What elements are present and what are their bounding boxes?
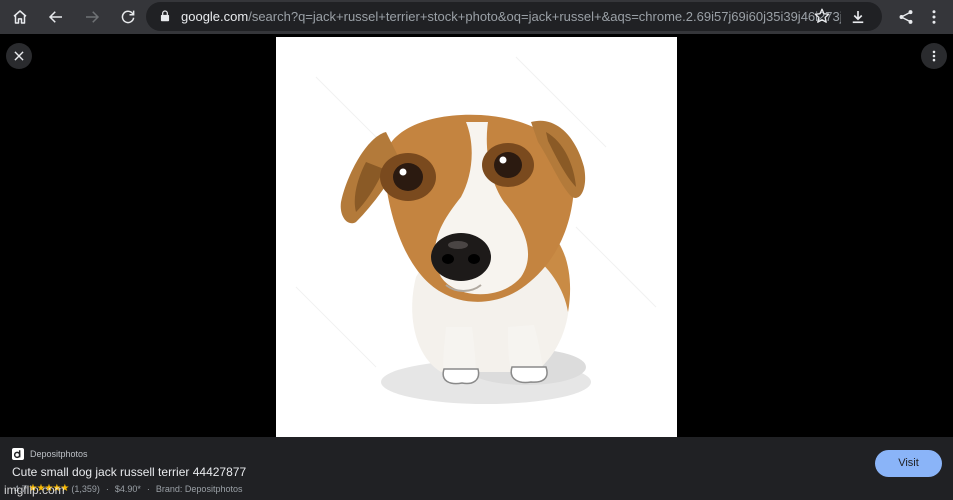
reload-icon [121, 10, 135, 24]
depositphotos-logo-icon [12, 448, 24, 460]
url-host: google.com [181, 9, 249, 24]
close-viewer-button[interactable] [6, 43, 32, 69]
separator: · [146, 483, 150, 494]
image-info-bar: Depositphotos Cute small dog jack russel… [0, 437, 953, 500]
image-title[interactable]: Cute small dog jack russell terrier 4442… [12, 465, 246, 479]
screen: google.com/search?q=jack+russel+terrier+… [0, 0, 953, 500]
more-vertical-icon [932, 10, 936, 24]
share-icon [899, 10, 913, 24]
browser-toolbar: google.com/search?q=jack+russel+terrier+… [0, 0, 953, 34]
brand: Brand: Depositphotos [155, 483, 243, 494]
imgflip-watermark: imgflip.com [4, 483, 65, 497]
forward-button[interactable] [79, 4, 105, 30]
review-count: (1,359) [71, 483, 100, 494]
reload-button[interactable] [115, 4, 141, 30]
back-button[interactable] [43, 4, 69, 30]
visit-button[interactable]: Visit [875, 450, 942, 477]
dog-photo-illustration [276, 37, 677, 437]
close-icon [14, 51, 24, 61]
separator: · [105, 483, 109, 494]
forward-arrow-icon [86, 11, 100, 23]
download-icon [852, 11, 864, 24]
url-text[interactable]: google.com/search?q=jack+russel+terrier+… [181, 2, 841, 31]
source-name: Depositphotos [30, 449, 88, 459]
viewer-more-button[interactable] [921, 43, 947, 69]
browser-menu-button[interactable] [921, 4, 947, 30]
star-icon [814, 8, 830, 23]
image-viewer [0, 34, 953, 437]
address-bar[interactable]: google.com/search?q=jack+russel+terrier+… [146, 2, 882, 31]
lock-icon[interactable] [158, 9, 172, 23]
home-icon [13, 10, 27, 24]
source-link[interactable]: Depositphotos [12, 447, 88, 461]
download-button[interactable] [845, 4, 871, 30]
price: $4.90* [114, 483, 141, 494]
url-path: /search?q=jack+russel+terrier+stock+phot… [248, 9, 841, 24]
preview-image[interactable] [276, 37, 677, 437]
share-button[interactable] [893, 4, 919, 30]
back-arrow-icon [48, 11, 62, 23]
home-button[interactable] [7, 4, 33, 30]
bookmark-star-button[interactable] [813, 7, 833, 27]
more-vertical-icon [932, 50, 936, 62]
